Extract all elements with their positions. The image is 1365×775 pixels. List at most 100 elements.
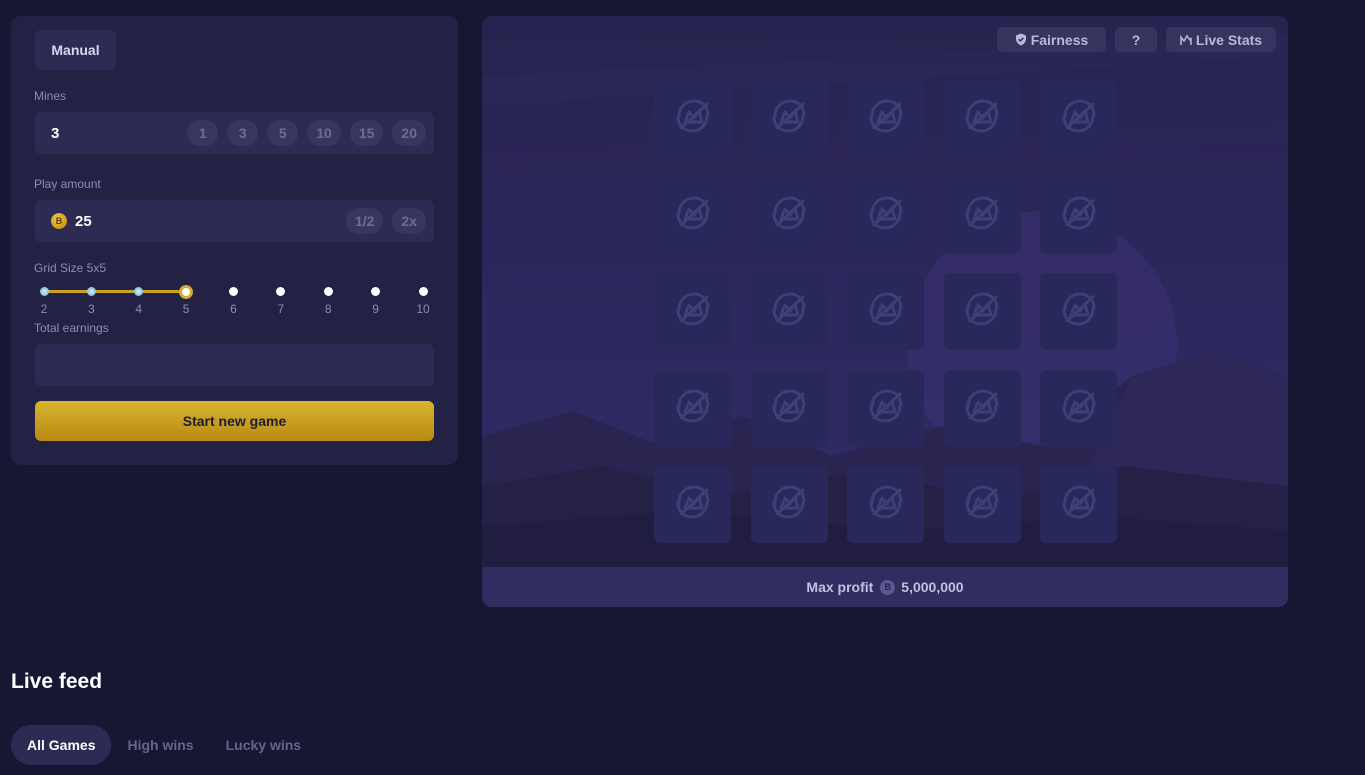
fairness-label: Fairness [1030,31,1089,48]
mine-tile[interactable] [943,466,1021,543]
hidden-gem-icon [1057,94,1101,143]
live-feed-title: Live feed [11,670,103,693]
start-new-game-button[interactable]: Start new game [35,401,434,441]
mines-preset-button[interactable]: 10 [307,120,341,146]
tab-all-games[interactable]: All Games [11,725,112,765]
mine-tile[interactable] [1040,466,1117,543]
tab-lucky-wins[interactable]: Lucky wins [210,725,317,765]
mine-tile[interactable] [750,369,828,447]
fairness-button[interactable]: Fairness [997,27,1106,52]
hidden-gem-icon [960,287,1004,336]
grid-size-slider[interactable]: 2 3 4 5 6 7 8 9 10 [39,284,430,317]
mine-tile[interactable] [1040,80,1117,157]
stats-icon [1180,34,1192,45]
slider-fill [44,290,186,293]
mine-tile[interactable] [1040,273,1117,350]
slider-tick-label: 7 [277,302,285,316]
mine-tile[interactable] [750,80,828,157]
game-controls-panel: Manual Mines 3 1 3 5 10 15 20 Play amoun… [11,16,458,465]
mine-tile[interactable] [654,369,731,447]
hidden-gem-icon [767,94,811,143]
mine-tile[interactable] [654,80,731,157]
mines-preset-button[interactable]: 3 [227,120,259,146]
mine-tile[interactable] [750,466,828,543]
tab-manual[interactable]: Manual [35,30,116,70]
live-stats-label: Live Stats [1195,31,1263,48]
slider-tick-label: 4 [135,302,143,316]
game-board: Fairness ? Live Stats Max profit B 5,000… [482,16,1288,607]
mine-tile[interactable] [1040,176,1117,254]
mines-value[interactable]: 3 [51,112,59,154]
slider-stop[interactable] [418,287,428,296]
mine-tile[interactable] [847,369,924,447]
help-label: ? [1131,31,1141,48]
mines-preset-button[interactable]: 5 [267,120,299,146]
slider-tick-label: 9 [372,302,379,316]
max-profit-value: 5,000,000 [901,579,964,595]
hidden-gem-icon [671,191,715,240]
help-button[interactable]: ? [1115,27,1157,52]
hidden-gem-icon [671,287,715,336]
hidden-gem-icon [767,287,811,336]
mine-tile[interactable] [750,176,828,254]
mine-tile[interactable] [847,466,924,543]
slider-stop[interactable] [323,287,333,296]
slider-stop[interactable] [276,287,286,296]
slider-tick-label: 2 [40,302,48,316]
hidden-gem-icon [864,480,908,529]
slider-stop[interactable] [371,287,381,296]
slider-stop[interactable] [134,287,144,296]
hidden-gem-icon [671,480,715,529]
slider-stop[interactable] [39,287,49,296]
slider-stop[interactable] [86,287,96,296]
half-amount-button[interactable]: 1/2 [345,208,384,234]
total-earnings-field [35,344,434,386]
mine-tile[interactable] [943,176,1021,254]
slider-stop[interactable] [229,287,238,296]
hidden-gem-icon [864,287,908,336]
hidden-gem-icon [1057,287,1101,336]
mine-tile[interactable] [943,273,1021,350]
slider-tick-label: 3 [88,302,95,316]
mine-tile[interactable] [654,273,731,350]
play-amount-value-wrap: B 25 [51,200,92,242]
hidden-gem-icon [960,94,1004,143]
mine-tile[interactable] [847,176,924,254]
slider-tick-label: 10 [416,302,430,316]
play-amount-input[interactable]: B 25 1/2 2x [35,200,434,242]
mine-tile[interactable] [654,176,731,254]
mine-tile[interactable] [847,273,924,350]
mine-tile[interactable] [943,369,1021,447]
total-earnings-label: Total earnings [34,321,109,335]
hidden-gem-icon [864,384,908,433]
coin-icon: B [880,579,896,595]
hidden-gem-icon [671,94,715,143]
mines-preset-button[interactable]: 1 [187,120,219,146]
mines-input[interactable]: 3 1 3 5 10 15 20 [35,112,434,154]
live-stats-button[interactable]: Live Stats [1166,27,1276,52]
grid-size-label: Grid Size 5x5 [34,261,107,275]
mines-preset-button[interactable]: 15 [349,120,384,146]
mine-tile[interactable] [943,80,1021,157]
max-profit-label: Max profit [806,579,874,595]
hidden-gem-icon [671,384,715,433]
mine-tile[interactable] [750,273,828,350]
hidden-gem-icon [767,191,811,240]
hidden-gem-icon [864,94,908,143]
mines-preset-button[interactable]: 20 [392,120,426,146]
hidden-gem-icon [767,480,811,529]
mine-tile[interactable] [654,466,731,543]
live-feed-tabs: All Games High wins Lucky wins [11,725,317,765]
mine-tile[interactable] [1040,369,1117,447]
play-amount-value[interactable]: 25 [75,213,92,230]
hidden-gem-icon [864,191,908,240]
tab-high-wins[interactable]: High wins [111,725,209,765]
max-profit-bar: Max profit B 5,000,000 [482,567,1288,607]
slider-handle[interactable] [179,284,194,299]
double-amount-button[interactable]: 2x [392,208,426,234]
hidden-gem-icon [1057,480,1101,529]
hidden-gem-icon [1057,384,1101,433]
mine-tile[interactable] [847,80,924,157]
mines-label: Mines [34,89,67,103]
hidden-gem-icon [1057,191,1101,240]
